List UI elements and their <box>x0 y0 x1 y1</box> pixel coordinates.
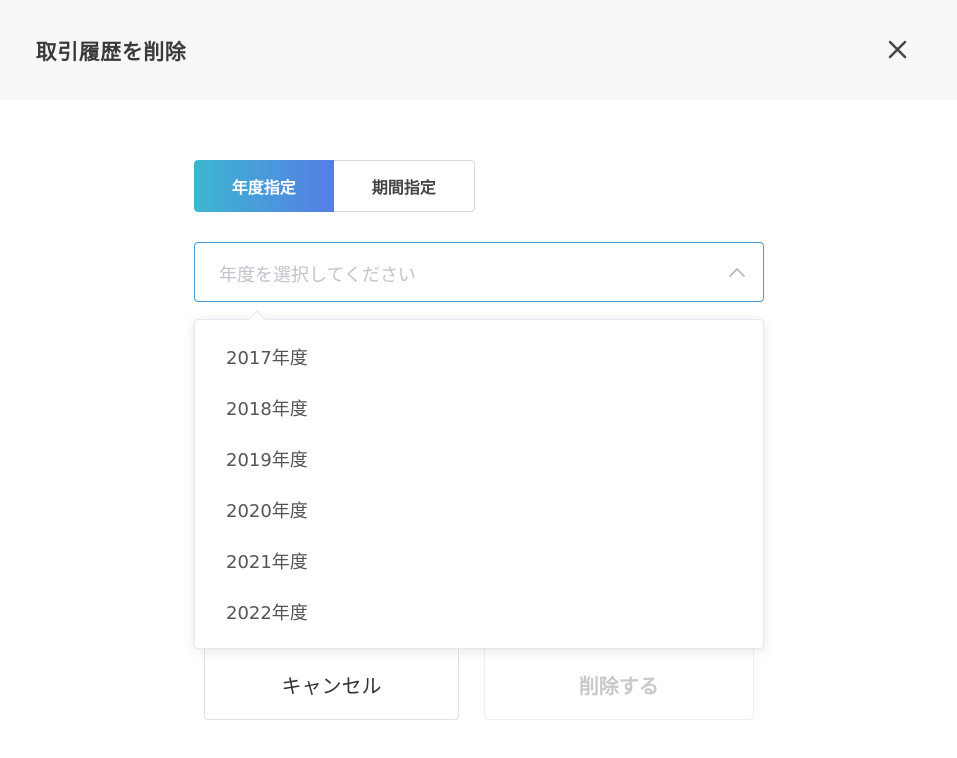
fiscal-year-select[interactable]: 年度を選択してください <box>194 242 764 302</box>
delete-history-dialog: 取引履歴を削除 年度指定 期間指定 年度を選択してください 2017年度 201… <box>0 0 957 758</box>
option-2022[interactable]: 2022年度 <box>195 586 763 637</box>
delete-button-label: 削除する <box>579 673 659 698</box>
tab-date-range[interactable]: 期間指定 <box>334 160 475 212</box>
dialog-header: 取引履歴を削除 <box>0 0 957 100</box>
option-2017[interactable]: 2017年度 <box>195 331 763 382</box>
period-type-tabs: 年度指定 期間指定 <box>194 160 475 212</box>
cancel-button[interactable]: キャンセル <box>204 640 459 720</box>
delete-button[interactable]: 削除する <box>484 640 754 720</box>
dialog-title: 取引履歴を削除 <box>36 40 187 64</box>
option-2019[interactable]: 2019年度 <box>195 433 763 484</box>
dropdown-pointer <box>248 310 266 328</box>
option-2021[interactable]: 2021年度 <box>195 535 763 586</box>
chevron-up-icon <box>729 268 745 277</box>
tab-fiscal-year[interactable]: 年度指定 <box>194 160 334 212</box>
option-2018[interactable]: 2018年度 <box>195 382 763 433</box>
option-2020[interactable]: 2020年度 <box>195 484 763 535</box>
select-placeholder: 年度を選択してください <box>219 265 416 286</box>
close-icon <box>888 40 907 59</box>
cancel-button-label: キャンセル <box>281 673 382 698</box>
fiscal-year-dropdown: 2017年度 2018年度 2019年度 2020年度 2021年度 2022年… <box>194 310 764 649</box>
close-button[interactable] <box>881 33 913 65</box>
